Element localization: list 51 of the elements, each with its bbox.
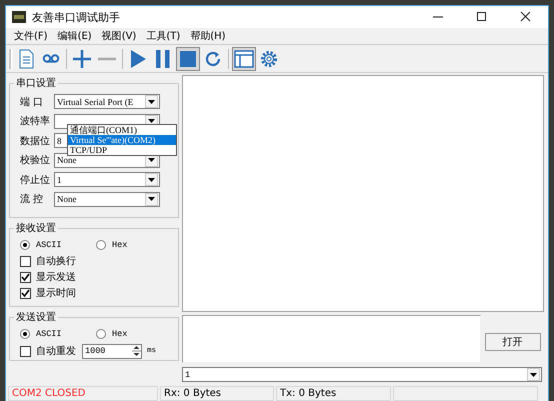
field-label: 流 控 — [20, 192, 44, 206]
window-icon — [233, 48, 255, 70]
status-pane: COM2 CLOSED — [8, 386, 158, 401]
menu-item[interactable]: 工具(T) — [142, 29, 186, 43]
field-label: 数据位 — [20, 134, 51, 148]
dropdown-arrow-icon — [148, 100, 155, 104]
dropdown[interactable]: 1 — [54, 172, 160, 188]
app-icon — [12, 11, 26, 23]
dropdown-arrow-icon — [148, 158, 155, 162]
dropdown-arrow-icon — [148, 119, 155, 124]
dropdown-arrow-icon — [530, 372, 537, 376]
toolbar-grip-icon — [9, 48, 13, 70]
dropdown-option[interactable]: Virtual Se'''ate)(COM2) — [68, 135, 176, 145]
toolbar-button[interactable] — [232, 46, 256, 70]
send-text-area[interactable] — [182, 315, 481, 363]
dropdown-arrow-icon — [148, 197, 155, 202]
status-pane: Rx: 0 Bytes — [160, 386, 274, 401]
group-title: 串口设置 — [15, 76, 57, 90]
radio-button[interactable]: ASCII — [20, 240, 96, 250]
spinner-icon[interactable] — [132, 344, 141, 358]
dropdown-option[interactable]: TCP/UDP — [68, 145, 176, 155]
radio-button[interactable]: Hex — [96, 329, 172, 339]
dropdown[interactable]: Virtual Serial Port (E — [54, 94, 160, 110]
toolbar-button[interactable] — [176, 46, 200, 70]
dropdown-arrow-icon — [148, 178, 155, 182]
field-label: 校验位 — [20, 154, 51, 168]
plus-icon — [71, 48, 93, 70]
checkbox[interactable]: 自动换行 — [20, 253, 172, 269]
dropdown[interactable]: None — [54, 192, 160, 207]
checkbox[interactable]: 显示时间 — [20, 285, 172, 301]
minus-icon — [96, 56, 118, 60]
number-field[interactable]: 1000 — [82, 344, 142, 358]
field-label: 端 口 — [20, 96, 44, 109]
voicemail-icon — [40, 54, 62, 63]
history-dropdown[interactable]: 1 — [182, 367, 542, 382]
open-button[interactable]: 打开 — [484, 333, 540, 351]
checkbox[interactable]: 显示发送 — [20, 269, 172, 285]
group-title: 接收设置 — [15, 222, 57, 235]
menu-item[interactable]: 文件(F) — [10, 29, 54, 43]
menu-item[interactable]: 编辑(E) — [54, 29, 98, 43]
checkbox[interactable]: 自动重发 — [20, 343, 80, 359]
group-title: 发送设置 — [15, 310, 57, 324]
window-title: 友善串口调试助手 — [32, 10, 120, 24]
status-pane: Tx: 0 Bytes — [276, 386, 391, 401]
field-label: 停止位 — [20, 174, 51, 187]
radio-button[interactable]: Hex — [96, 240, 172, 250]
menu-item[interactable]: 帮助(H) — [186, 29, 232, 43]
field-label: 波特率 — [20, 114, 51, 128]
menu-item[interactable]: 视图(V) — [98, 29, 142, 43]
radio-button[interactable]: ASCII — [20, 329, 96, 339]
dropdown-option[interactable]: 通信端口(COM1) — [68, 125, 176, 135]
